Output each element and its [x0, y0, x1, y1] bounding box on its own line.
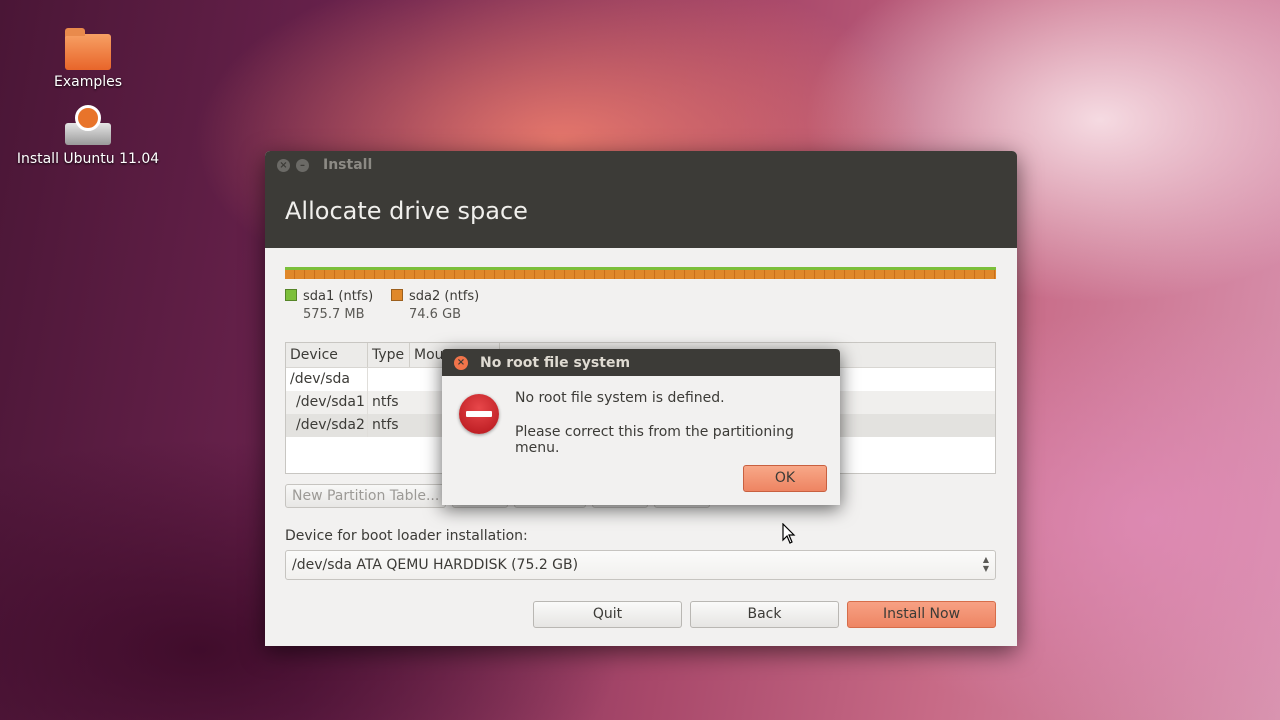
updown-arrows-icon: ▲ ▼ [982, 555, 989, 573]
boot-loader-value: /dev/sda ATA QEMU HARDDISK (75.2 GB) [292, 557, 579, 573]
device-cell: /dev/sda [286, 368, 368, 391]
minimize-icon[interactable]: – [296, 158, 309, 172]
legend-name: sda1 (ntfs) [303, 289, 374, 304]
sda2-swatch [391, 289, 403, 301]
window-titlebar[interactable]: × – Install [265, 151, 1017, 179]
close-icon[interactable]: × [277, 158, 290, 172]
close-icon[interactable]: × [454, 355, 468, 370]
device-cell: /dev/sda2 [286, 414, 368, 437]
installer-icon [63, 105, 113, 147]
dialog-message: No root file system is defined. [515, 390, 725, 406]
legend-size: 74.6 GB [409, 307, 462, 322]
error-icon [459, 394, 499, 434]
back-button[interactable]: Back [690, 601, 839, 628]
column-header-type[interactable]: Type [368, 343, 410, 367]
error-dialog: × No root file system No root file syste… [442, 349, 840, 505]
type-cell [368, 368, 410, 391]
dialog-titlebar[interactable]: × No root file system [442, 349, 840, 376]
partition-bar [285, 267, 996, 279]
legend-name: sda2 (ntfs) [409, 289, 480, 304]
legend-sda1: sda1 (ntfs) 575.7 MB [285, 289, 373, 322]
examples-label: Examples [53, 74, 123, 90]
mouse-cursor-icon [782, 523, 796, 544]
quit-button[interactable]: Quit [533, 601, 682, 628]
window-title: Install [323, 157, 373, 173]
dialog-detail: Please correct this from the partitionin… [515, 424, 794, 456]
install-now-button[interactable]: Install Now [847, 601, 996, 628]
install-ubuntu-label: Install Ubuntu 11.04 [16, 151, 160, 167]
ok-button[interactable]: OK [743, 465, 827, 492]
legend-size: 575.7 MB [303, 307, 365, 322]
type-cell: ntfs [372, 394, 399, 410]
examples-desktop-icon[interactable]: Examples [8, 28, 168, 90]
boot-loader-select[interactable]: /dev/sda ATA QEMU HARDDISK (75.2 GB) ▲ ▼ [285, 550, 996, 580]
install-ubuntu-desktop-icon[interactable]: Install Ubuntu 11.04 [8, 105, 168, 167]
legend-sda2: sda2 (ntfs) 74.6 GB [391, 289, 479, 322]
sda1-swatch [285, 289, 297, 301]
boot-loader-label: Device for boot loader installation: [285, 528, 528, 544]
dialog-title: No root file system [480, 354, 631, 371]
type-cell: ntfs [372, 417, 399, 433]
new-partition-table-button[interactable]: New Partition Table... [285, 484, 447, 508]
folder-icon [65, 28, 111, 70]
device-cell: /dev/sda1 [286, 391, 368, 414]
page-title: Allocate drive space [265, 179, 1017, 248]
column-header-device[interactable]: Device [286, 343, 368, 367]
